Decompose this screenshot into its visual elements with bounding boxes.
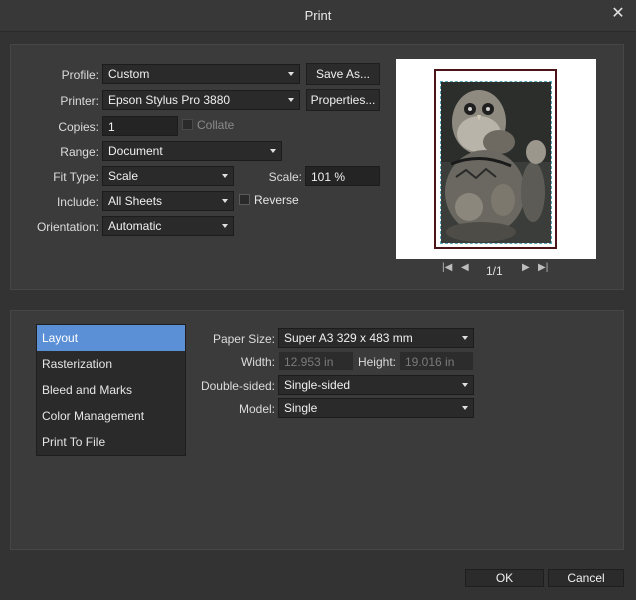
owl-artwork-image (441, 82, 551, 243)
dropdown-arrow-icon (288, 98, 294, 102)
page-outline (434, 69, 557, 249)
next-page-icon[interactable]: ▶ (522, 262, 530, 273)
copies-input[interactable]: 1 (102, 116, 178, 136)
model-label: Model: (238, 402, 275, 416)
height-label: Height: (357, 355, 396, 369)
printer-value: Epson Stylus Pro 3880 (108, 93, 231, 107)
printer-select[interactable]: Epson Stylus Pro 3880 (102, 90, 300, 110)
collate-label: Collate (197, 118, 235, 132)
fit-type-select[interactable]: Scale (102, 166, 234, 186)
profile-value: Custom (108, 67, 150, 81)
width-label: Width: (240, 355, 275, 369)
dropdown-arrow-icon (288, 72, 294, 76)
close-icon[interactable]: ✕ (610, 6, 626, 22)
category-item-layout[interactable]: Layout (37, 325, 185, 351)
dropdown-arrow-icon (462, 383, 468, 387)
orientation-label: Orientation: (36, 220, 99, 234)
orientation-value: Automatic (108, 219, 162, 233)
collate-checkbox[interactable] (182, 119, 193, 130)
profile-label: Profile: (61, 68, 99, 82)
fit-type-value: Scale (108, 169, 139, 183)
include-value: All Sheets (108, 194, 163, 208)
model-select[interactable]: Single (278, 398, 474, 418)
model-value: Single (284, 401, 318, 415)
reverse-label: Reverse (254, 193, 299, 207)
preview-artwork-image (440, 81, 552, 244)
category-item-bleed-and-marks[interactable]: Bleed and Marks (37, 377, 185, 403)
reverse-checkbox[interactable] (239, 194, 250, 205)
properties-button[interactable]: Properties... (306, 89, 380, 111)
height-input[interactable]: 19.016 in (399, 351, 474, 371)
paper-size-value: Super A3 329 x 483 mm (284, 331, 413, 345)
range-value: Document (108, 144, 163, 158)
dropdown-arrow-icon (222, 224, 228, 228)
category-item-rasterization[interactable]: Rasterization (37, 351, 185, 377)
printer-label: Printer: (60, 94, 99, 108)
category-item-print-to-file[interactable]: Print To File (37, 429, 185, 455)
window-title: Print (304, 8, 332, 23)
category-item-color-management[interactable]: Color Management (37, 403, 185, 429)
dropdown-arrow-icon (222, 199, 228, 203)
dropdown-arrow-icon (462, 336, 468, 340)
prev-page-icon[interactable]: ◀ (461, 262, 469, 273)
include-select[interactable]: All Sheets (102, 191, 234, 211)
scale-input[interactable]: 101 % (305, 166, 380, 186)
fit-type-label: Fit Type: (53, 170, 99, 184)
dropdown-arrow-icon (270, 149, 276, 153)
ok-button[interactable]: OK (465, 569, 544, 587)
save-as-button[interactable]: Save As... (306, 63, 380, 85)
title-bar: Print ✕ (0, 0, 636, 32)
last-page-icon[interactable]: ▶| (538, 262, 548, 273)
paper-size-select[interactable]: Super A3 329 x 483 mm (278, 328, 474, 348)
dropdown-arrow-icon (462, 406, 468, 410)
profile-select[interactable]: Custom (102, 64, 300, 84)
cancel-button[interactable]: Cancel (548, 569, 624, 587)
double-sided-value: Single-sided (284, 378, 351, 392)
category-list: Layout Rasterization Bleed and Marks Col… (36, 324, 186, 456)
range-select[interactable]: Document (102, 141, 282, 161)
first-page-icon[interactable]: |◀ (442, 262, 452, 273)
orientation-select[interactable]: Automatic (102, 216, 234, 236)
page-indicator: 1/1 (486, 264, 503, 278)
range-label: Range: (60, 145, 99, 159)
dropdown-arrow-icon (222, 174, 228, 178)
copies-label: Copies: (58, 120, 99, 134)
paper-size-label: Paper Size: (212, 332, 275, 346)
print-preview (396, 59, 596, 259)
include-label: Include: (56, 195, 99, 209)
scale-label: Scale: (268, 170, 302, 184)
width-input[interactable]: 12.953 in (278, 351, 354, 371)
double-sided-select[interactable]: Single-sided (278, 375, 474, 395)
double-sided-label: Double-sided: (200, 379, 275, 393)
